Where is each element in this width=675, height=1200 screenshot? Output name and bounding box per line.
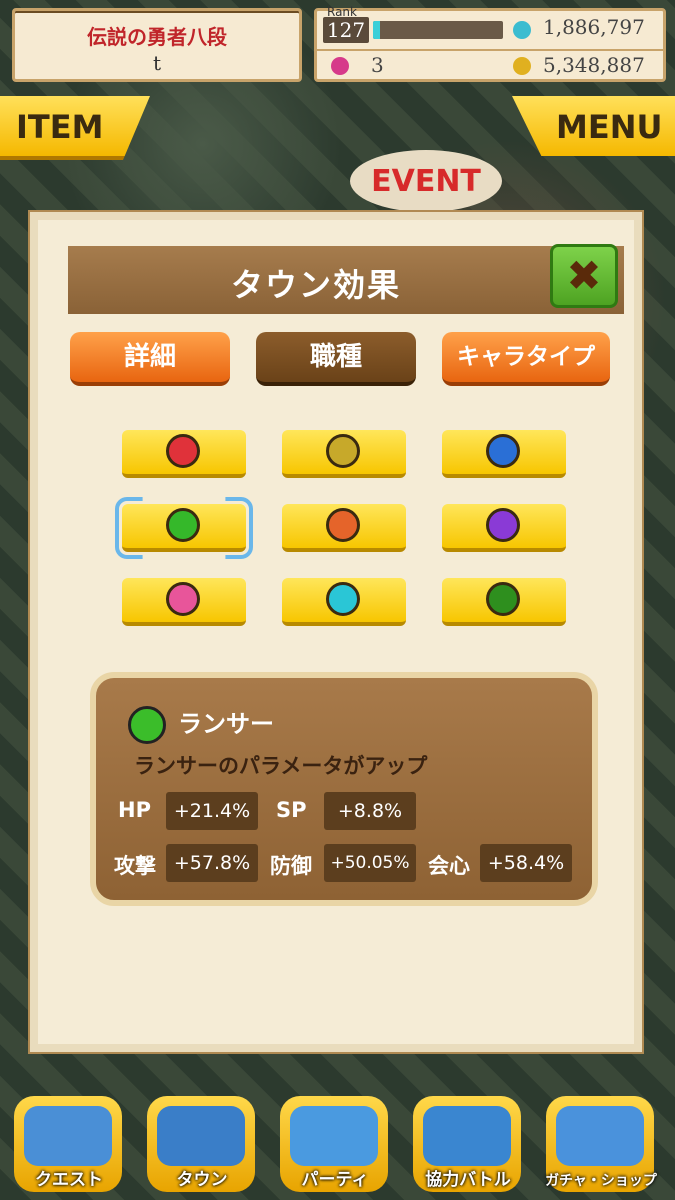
event-label: EVENT	[371, 164, 481, 199]
axe-icon	[486, 434, 520, 468]
close-button[interactable]: ✖	[550, 244, 618, 308]
attack-label: 攻撃	[114, 854, 156, 878]
magic-icon	[326, 582, 360, 616]
rank-progress-fill	[373, 21, 380, 39]
item-button[interactable]: ITEM	[0, 96, 150, 160]
hp-label: HP	[118, 798, 151, 822]
nav-item-0[interactable]: クエスト	[8, 1092, 130, 1200]
tab-details[interactable]: 詳細	[70, 332, 230, 386]
hp-value: +21.4%	[166, 792, 258, 830]
nav-item-1[interactable]: タウン	[141, 1092, 263, 1200]
nav-item-label: ガチャ・ショップ	[545, 1173, 657, 1189]
player-name: t	[152, 51, 162, 75]
job-button-lance[interactable]	[122, 504, 246, 552]
nav-item-icon	[157, 1106, 245, 1166]
dialog-title: タウン効果	[230, 266, 401, 304]
nav-item-4[interactable]: ガチャ・ショップ	[540, 1092, 662, 1200]
sword-icon	[166, 434, 200, 468]
dagger-icon	[166, 582, 200, 616]
job-effect-panel: ランサー ランサーのパラメータがアップ HP +21.4% SP +8.8% 攻…	[90, 672, 598, 906]
player-name-panel: 伝説の勇者八段 t	[12, 8, 302, 82]
event-sign[interactable]: EVENT	[350, 150, 502, 212]
nav-item-label: パーティ	[301, 1170, 369, 1190]
job-name: ランサー	[178, 710, 274, 738]
nav-item-icon	[290, 1106, 378, 1166]
defense-label: 防御	[270, 854, 312, 878]
job-button-dagger[interactable]	[122, 578, 246, 626]
lance-icon	[166, 508, 200, 542]
job-button-fist[interactable]	[282, 430, 406, 478]
attack-value: +57.8%	[166, 844, 258, 882]
rank-progress-bar	[373, 21, 503, 39]
stamina-icon	[513, 21, 531, 39]
job-description: ランサーのパラメータがアップ	[134, 754, 428, 778]
menu-button[interactable]: MENU	[512, 96, 675, 156]
critical-label: 会心	[428, 854, 470, 878]
gold-icon	[513, 57, 531, 75]
close-icon: ✖	[566, 251, 602, 300]
bow-icon	[326, 508, 360, 542]
gem-value: 3	[371, 53, 384, 77]
tab-chara-type[interactable]: キャラタイプ	[442, 332, 610, 386]
menu-button-label: MENU	[556, 108, 663, 146]
town-effect-dialog: タウン効果 ✖ 詳細 職種 キャラタイプ ランサー ランサーのパラメータがアップ…	[28, 210, 644, 1054]
nav-item-icon	[24, 1106, 112, 1166]
stamina-value: 1,886,797	[543, 15, 645, 39]
nav-item-3[interactable]: 協力バトル	[407, 1092, 529, 1200]
job-button-axe[interactable]	[442, 430, 566, 478]
nav-item-icon	[556, 1106, 644, 1166]
sp-label: SP	[276, 798, 307, 822]
dialog-header: タウン効果	[68, 246, 624, 314]
stats-divider	[317, 49, 663, 51]
nav-item-2[interactable]: パーティ	[274, 1092, 396, 1200]
job-button-staff[interactable]	[442, 504, 566, 552]
gold-value: 5,348,887	[543, 53, 645, 77]
player-title: 伝説の勇者八段	[87, 25, 227, 49]
nav-item-icon	[423, 1106, 511, 1166]
tab-job-type[interactable]: 職種	[256, 332, 416, 386]
gem-icon	[331, 57, 349, 75]
sp-value: +8.8%	[324, 792, 416, 830]
critical-value: +58.4%	[480, 844, 572, 882]
job-button-support[interactable]	[442, 578, 566, 626]
fist-icon	[326, 434, 360, 468]
nav-item-label: クエスト	[35, 1170, 103, 1190]
staff-icon	[486, 508, 520, 542]
support-icon	[486, 582, 520, 616]
player-stats-panel: Rank 127 1,886,797 3 5,348,887	[314, 5, 666, 82]
job-button-bow[interactable]	[282, 504, 406, 552]
nav-item-label: 協力バトル	[425, 1170, 511, 1190]
item-button-label: ITEM	[16, 108, 104, 146]
defense-value: +50.05%	[324, 844, 416, 882]
job-button-sword[interactable]	[122, 430, 246, 478]
job-button-magic[interactable]	[282, 578, 406, 626]
lance-icon	[128, 706, 166, 744]
nav-item-label: タウン	[176, 1170, 228, 1190]
rank-value: 127	[323, 17, 369, 43]
